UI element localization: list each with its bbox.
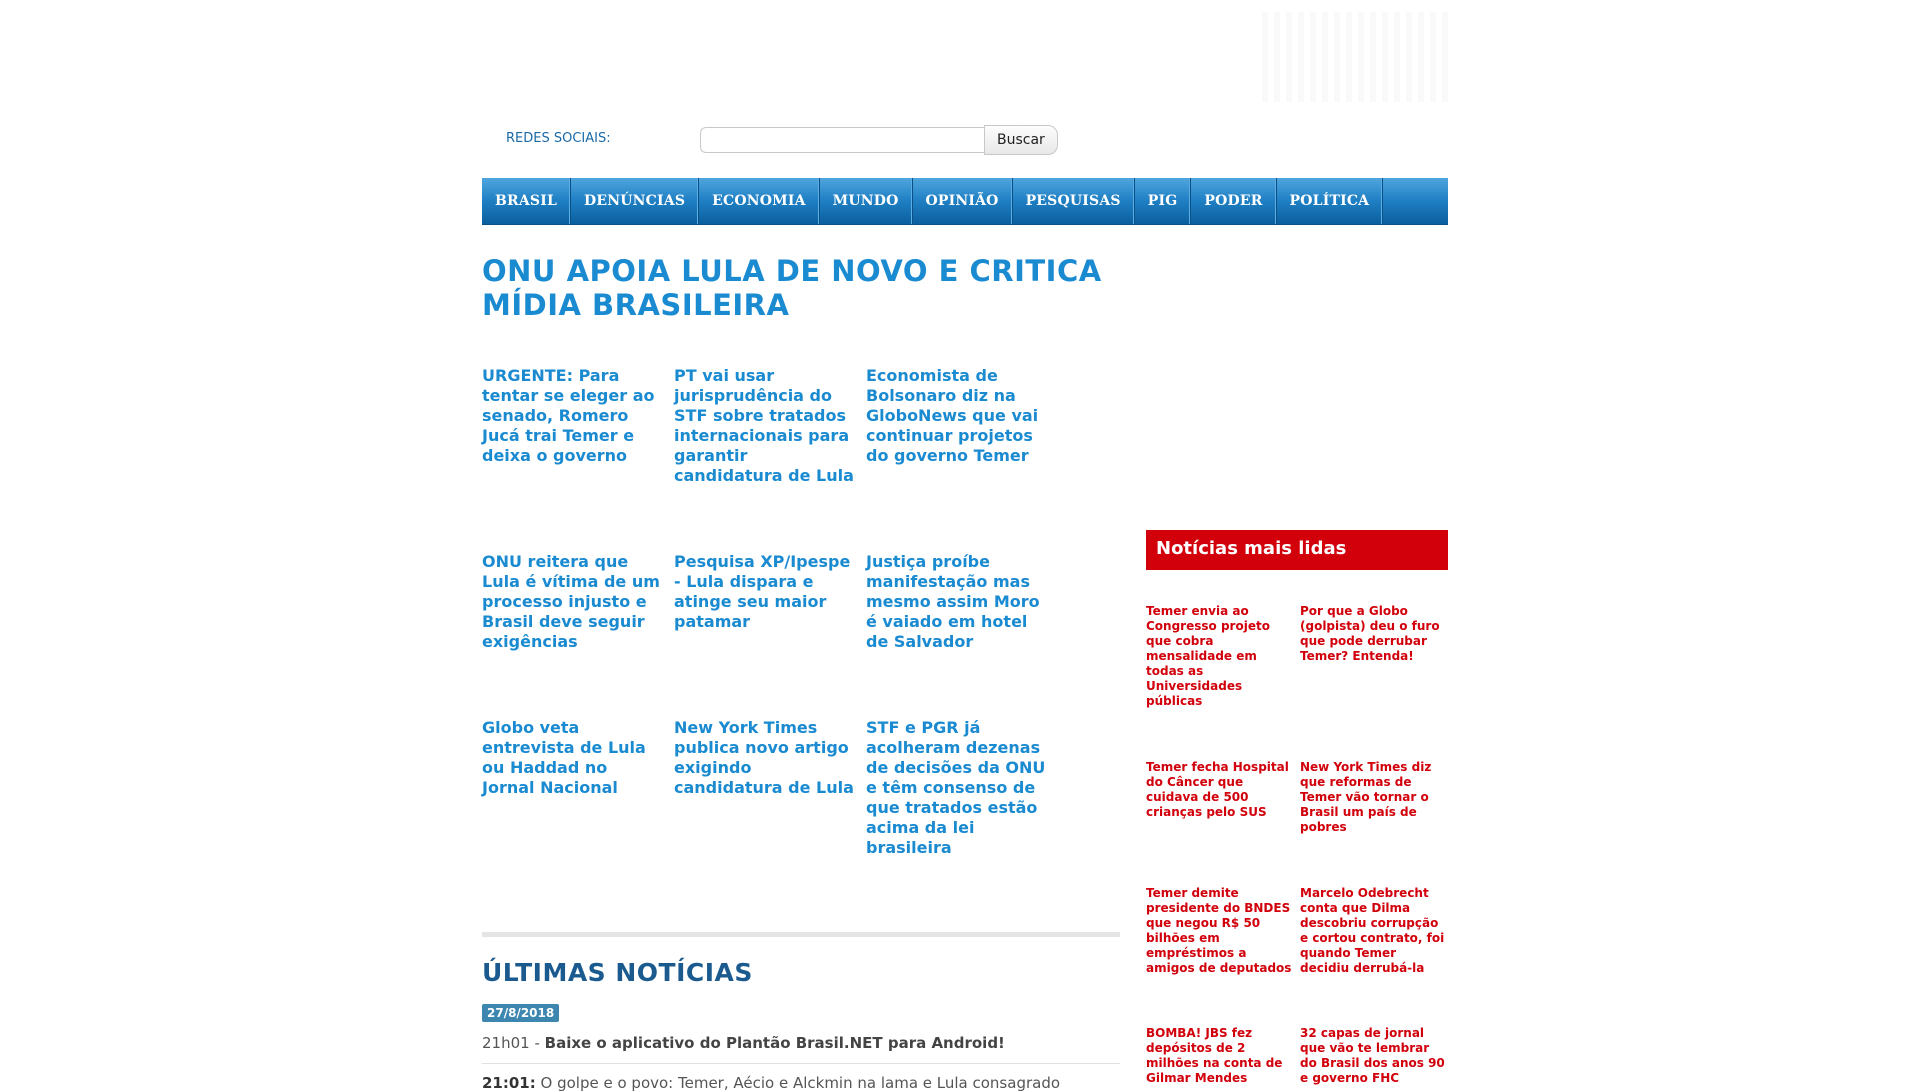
- nav-item-brasil[interactable]: BRASIL: [482, 178, 572, 224]
- header-logo: [1262, 12, 1452, 102]
- most-read-header: Notícias mais lidas: [1146, 530, 1448, 570]
- main-headline[interactable]: ONU APOIA LULA DE NOVO E CRITICA MÍDIA B…: [482, 254, 1122, 322]
- main-nav: BRASIL DENÚNCIAS ECONOMIA MUNDO OPINIÃO …: [482, 178, 1448, 225]
- search-button[interactable]: Buscar: [984, 125, 1058, 155]
- most-read-link[interactable]: Por que a Globo (golpista) deu o furo qu…: [1300, 604, 1446, 664]
- latest-news-separator: -: [529, 1034, 545, 1052]
- most-read-link[interactable]: Temer envia ao Congresso projeto que cob…: [1146, 604, 1292, 709]
- news-link[interactable]: Justiça proíbe manifestação mas mesmo as…: [866, 552, 1048, 652]
- most-read-link[interactable]: Marcelo Odebrecht conta que Dilma descob…: [1300, 886, 1446, 976]
- latest-news-item[interactable]: 21:01: O golpe e o povo: Temer, Aécio e …: [482, 1074, 1060, 1092]
- nav-item-pesquisas[interactable]: PESQUISAS: [1013, 178, 1135, 224]
- nav-item-politica[interactable]: POLÍTICA: [1277, 178, 1384, 224]
- section-divider: [482, 932, 1120, 937]
- nav-item-denuncias[interactable]: DENÚNCIAS: [571, 178, 700, 224]
- nav-item-poder[interactable]: PODER: [1191, 178, 1277, 224]
- nav-item-opiniao[interactable]: OPINIÃO: [913, 178, 1013, 224]
- latest-news-item[interactable]: 21h01 - Baixe o aplicativo do Plantão Br…: [482, 1034, 1005, 1052]
- news-link[interactable]: New York Times publica novo artigo exigi…: [674, 718, 856, 798]
- news-link[interactable]: STF e PGR já acolheram dezenas de decisõ…: [866, 718, 1048, 858]
- nav-item-mundo[interactable]: MUNDO: [820, 178, 913, 224]
- search-form: Buscar: [700, 125, 1058, 155]
- latest-news-title: ÚLTIMAS NOTÍCIAS: [482, 958, 753, 987]
- social-networks-label: REDES SOCIAIS:: [506, 131, 611, 146]
- news-link[interactable]: Pesquisa XP/Ipespe - Lula dispara e atin…: [674, 552, 856, 632]
- latest-news-time: 21:01:: [482, 1074, 536, 1092]
- date-badge: 27/8/2018: [482, 1004, 560, 1022]
- nav-item-pig[interactable]: PIG: [1135, 178, 1192, 224]
- most-read-link[interactable]: Temer demite presidente do BNDES que neg…: [1146, 886, 1292, 976]
- search-input[interactable]: [700, 127, 984, 153]
- latest-news-divider: [482, 1063, 1120, 1064]
- most-read-link[interactable]: BOMBA! JBS fez depósitos de 2 milhões na…: [1146, 1026, 1292, 1086]
- nav-item-economia[interactable]: ECONOMIA: [699, 178, 820, 224]
- news-link[interactable]: Economista de Bolsonaro diz na GloboNews…: [866, 366, 1048, 466]
- latest-news-text[interactable]: Baixe o aplicativo do Plantão Brasil.NET…: [545, 1034, 1005, 1052]
- news-link[interactable]: PT vai usar jurisprudência do STF sobre …: [674, 366, 856, 486]
- most-read-link[interactable]: Temer fecha Hospital do Câncer que cuida…: [1146, 760, 1292, 820]
- most-read-link[interactable]: New York Times diz que reformas de Temer…: [1300, 760, 1446, 835]
- latest-news-text[interactable]: O golpe e o povo: Temer, Aécio e Alckmin…: [536, 1074, 1061, 1092]
- news-link[interactable]: URGENTE: Para tentar se eleger ao senado…: [482, 366, 664, 466]
- news-link[interactable]: Globo veta entrevista de Lula ou Haddad …: [482, 718, 664, 798]
- news-link[interactable]: ONU reitera que Lula é vítima de um proc…: [482, 552, 664, 652]
- most-read-link[interactable]: 32 capas de jornal que vão te lembrar do…: [1300, 1026, 1446, 1086]
- latest-news-time: 21h01: [482, 1034, 530, 1052]
